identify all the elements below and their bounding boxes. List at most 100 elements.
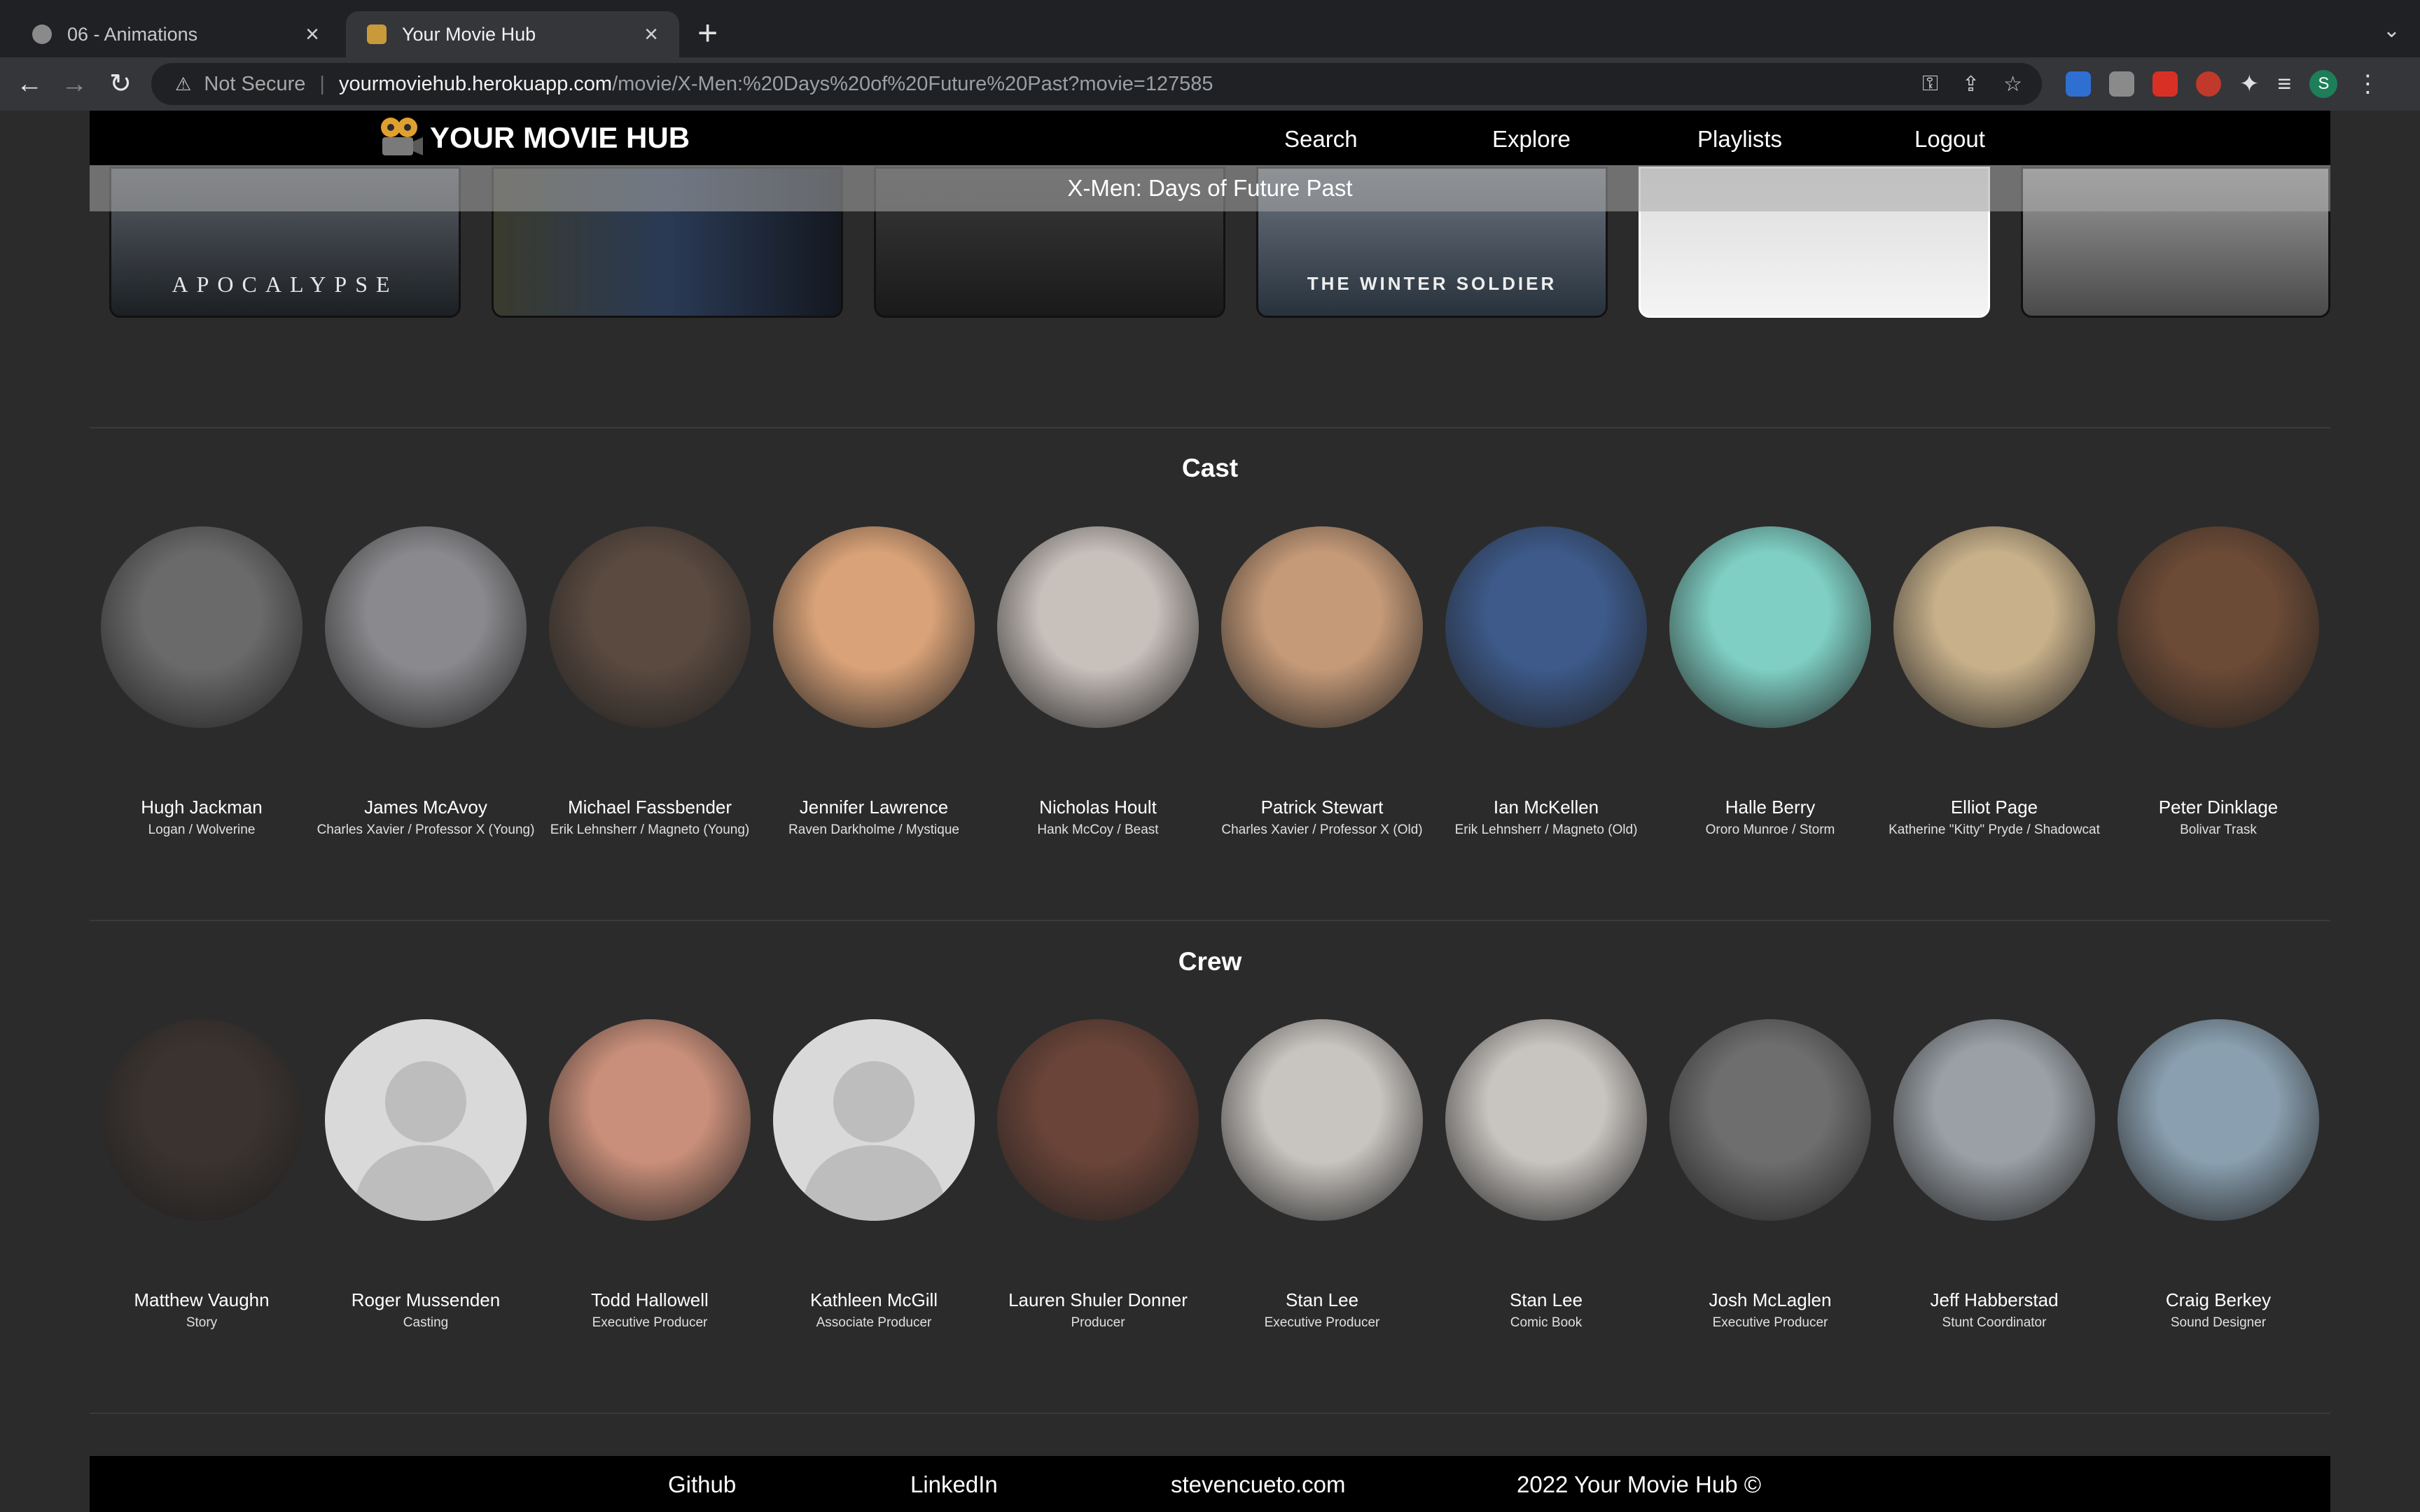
profile-photo[interactable] — [325, 526, 527, 728]
crew-member[interactable]: Craig Berkey Sound Designer — [2106, 1019, 2330, 1331]
person-name: Ian McKellen — [1493, 797, 1599, 818]
footer-link-github[interactable]: Github — [668, 1471, 736, 1498]
person-name: Josh McLaglen — [1709, 1289, 1832, 1310]
poster-caption: THE WINTER SOLDIER — [1307, 273, 1557, 294]
share-icon[interactable]: ⇪ — [1962, 72, 1980, 97]
more-menu-icon[interactable]: ⋮ — [2356, 70, 2379, 98]
profile-photo[interactable] — [1669, 1019, 1871, 1221]
security-label: Not Secure — [204, 72, 306, 95]
person-name: Kathleen McGill — [809, 1289, 938, 1310]
extension-cloud-icon[interactable] — [2066, 71, 2091, 97]
browser-tab-strip: 06 - Animations × Your Movie Hub × + ⌄ — [0, 0, 2420, 57]
close-tab-icon[interactable]: × — [644, 21, 658, 48]
person-name: Matthew Vaughn — [134, 1289, 270, 1310]
address-bar[interactable]: ⚠ Not Secure | yourmoviehub.herokuapp.co… — [151, 63, 2042, 105]
profile-photo[interactable] — [1221, 1019, 1423, 1221]
person-role: Ororo Munroe / Storm — [1705, 822, 1835, 837]
crew-member[interactable]: Josh McLaglen Executive Producer — [1658, 1019, 1882, 1331]
site-logo-text: YOUR MOVIE HUB — [430, 121, 690, 154]
profile-photo[interactable] — [1893, 526, 2095, 728]
profile-photo[interactable] — [325, 1019, 527, 1221]
profile-photo[interactable] — [101, 526, 302, 728]
profile-photo[interactable] — [549, 1019, 751, 1221]
address-separator: | — [319, 72, 325, 95]
film-camera-icon — [381, 118, 423, 155]
nav-search[interactable]: Search — [1284, 126, 1358, 153]
cast-member[interactable]: James McAvoy Charles Xavier / Professor X… — [314, 526, 538, 838]
cast-member[interactable]: Patrick Stewart Charles Xavier / Professo… — [1210, 526, 1434, 838]
crew-member[interactable]: Roger Mussenden Casting — [314, 1019, 538, 1331]
profile-photo[interactable] — [2118, 526, 2319, 728]
cast-heading: Cast — [1181, 454, 1239, 482]
nav-playlists[interactable]: Playlists — [1697, 126, 1782, 153]
cast-member[interactable]: Elliot Page Katherine "Kitty" Pryde / Sha… — [1882, 526, 2106, 838]
film-reel-icon — [367, 24, 387, 44]
browser-tab-active[interactable]: Your Movie Hub × — [346, 11, 679, 57]
crew-member[interactable]: Kathleen McGill Associate Producer — [762, 1019, 986, 1331]
crew-member[interactable]: Stan Lee Comic Book — [1434, 1019, 1658, 1331]
profile-photo[interactable] — [773, 526, 975, 728]
cast-member[interactable]: Hugh Jackman Logan / Wolverine — [90, 526, 314, 838]
chevron-down-icon[interactable]: ⌄ — [2383, 18, 2400, 43]
cast-member[interactable]: Nicholas Hoult Hank McCoy / Beast — [986, 526, 1210, 838]
person-role: Executive Producer — [1264, 1315, 1380, 1330]
person-role: Charles Xavier / Professor X (Old) — [1221, 822, 1423, 837]
cast-member[interactable]: Halle Berry Ororo Munroe / Storm — [1658, 526, 1882, 838]
crew-member[interactable]: Stan Lee Executive Producer — [1210, 1019, 1434, 1331]
person-name: Jennifer Lawrence — [799, 797, 949, 818]
person-role: Hank McCoy / Beast — [1037, 822, 1159, 837]
nav-logout[interactable]: Logout — [1914, 126, 1985, 153]
profile-photo[interactable] — [2118, 1019, 2319, 1221]
cast-member[interactable]: Ian McKellen Erik Lehnsherr / Magneto (Ol… — [1434, 526, 1658, 838]
cast-member[interactable]: Michael Fassbender Erik Lehnsherr / Magne… — [538, 526, 762, 838]
site-logo[interactable]: YOUR MOVIE HUB — [377, 116, 690, 160]
pdf-extension-icon[interactable] — [2153, 71, 2178, 97]
browser-tab[interactable]: 06 - Animations × — [11, 11, 340, 57]
crew-member[interactable]: Jeff Habberstad Stunt Coordinator — [1882, 1019, 2106, 1331]
person-name: Jeff Habberstad — [1930, 1289, 2059, 1310]
profile-photo[interactable] — [101, 1019, 302, 1221]
person-name: Todd Hallowell — [591, 1289, 709, 1310]
section-divider — [90, 1413, 2330, 1414]
person-name: James McAvoy — [364, 797, 487, 818]
reading-list-icon[interactable]: ≡ — [2278, 71, 2292, 98]
person-name: Michael Fassbender — [567, 797, 732, 818]
extension-c-icon[interactable] — [2196, 71, 2221, 97]
extension-icon[interactable] — [2109, 71, 2134, 97]
close-tab-icon[interactable]: × — [305, 21, 319, 48]
cast-member[interactable]: Peter Dinklage Bolivar Trask — [2106, 526, 2330, 838]
person-name: Lauren Shuler Donner — [1008, 1289, 1188, 1310]
profile-photo[interactable] — [997, 1019, 1199, 1221]
person-silhouette-icon — [801, 1061, 947, 1221]
profile-photo[interactable] — [1445, 1019, 1647, 1221]
new-tab-icon[interactable]: + — [697, 15, 718, 50]
star-icon[interactable]: ☆ — [2003, 72, 2022, 97]
cast-member[interactable]: Jennifer Lawrence Raven Darkholme / Mysti… — [762, 526, 986, 838]
site-navbar: YOUR MOVIE HUB Search Explore Playlists … — [90, 111, 2330, 165]
profile-photo[interactable] — [1893, 1019, 2095, 1221]
profile-photo[interactable] — [1445, 526, 1647, 728]
footer-link-website[interactable]: stevencueto.com — [1171, 1471, 1345, 1498]
profile-photo[interactable] — [1221, 526, 1423, 728]
site-footer: Github LinkedIn stevencueto.com 2022 You… — [90, 1456, 2330, 1512]
url-path: /movie/X-Men:%20Days%20of%20Future%20Pas… — [612, 72, 1214, 95]
back-icon[interactable]: ← — [13, 67, 46, 101]
reload-icon[interactable]: ↻ — [104, 67, 137, 101]
footer-link-linkedin[interactable]: LinkedIn — [910, 1471, 998, 1498]
forward-icon[interactable]: → — [57, 67, 91, 101]
profile-photo[interactable] — [997, 526, 1199, 728]
nav-explore[interactable]: Explore — [1492, 126, 1571, 153]
crew-member[interactable]: Matthew Vaughn Story — [90, 1019, 314, 1331]
profile-photo[interactable] — [773, 1019, 975, 1221]
puzzle-piece-icon[interactable]: ✦ — [2239, 70, 2260, 98]
crew-member[interactable]: Lauren Shuler Donner Producer — [986, 1019, 1210, 1331]
tab-title: Your Movie Hub — [402, 23, 536, 45]
profile-photo[interactable] — [1669, 526, 1871, 728]
crew-member[interactable]: Todd Hallowell Executive Producer — [538, 1019, 762, 1331]
key-icon[interactable]: ⚿ — [1922, 72, 1938, 96]
avatar[interactable]: S — [2309, 70, 2338, 98]
profile-photo[interactable] — [549, 526, 751, 728]
section-divider — [90, 427, 2330, 428]
person-name: Nicholas Hoult — [1039, 797, 1157, 818]
globe-icon — [32, 24, 52, 44]
